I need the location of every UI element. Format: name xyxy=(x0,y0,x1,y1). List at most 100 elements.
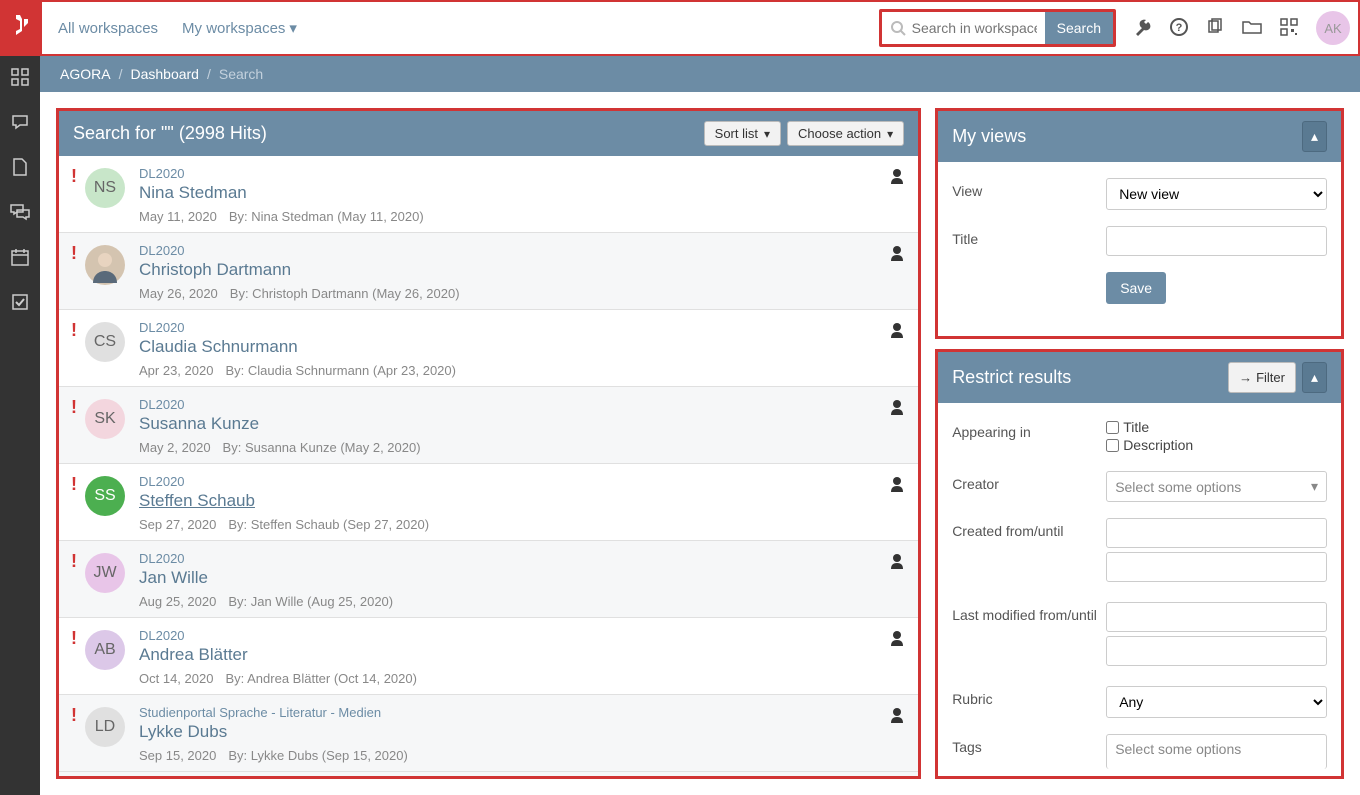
person-icon xyxy=(890,245,904,264)
breadcrumb-section[interactable]: Dashboard xyxy=(130,66,199,82)
filter-button[interactable]: → Filter xyxy=(1228,362,1296,393)
result-item[interactable]: !ABDL2020Andrea BlätterOct 14, 2020By: A… xyxy=(59,618,918,695)
copy-icon[interactable] xyxy=(1206,18,1224,39)
alert-icon: ! xyxy=(71,243,85,301)
result-date: May 11, 2020 xyxy=(139,209,217,224)
result-item[interactable]: !CSDL2020Claudia SchnurmannApr 23, 2020B… xyxy=(59,310,918,387)
result-name[interactable]: Steffen Schaub xyxy=(139,491,906,511)
result-meta: Sep 15, 2020By: Lykke Dubs (Sep 15, 2020… xyxy=(139,748,906,763)
results-title: Search for "" (2998 Hits) xyxy=(73,123,267,144)
created-from-input[interactable] xyxy=(1106,518,1327,548)
avatar: LD xyxy=(85,705,133,763)
result-by: By: Lykke Dubs (Sep 15, 2020) xyxy=(228,748,407,763)
app-logo[interactable] xyxy=(2,0,42,56)
document-icon[interactable] xyxy=(12,158,28,179)
comments-icon[interactable] xyxy=(10,203,30,224)
nav-my-workspaces[interactable]: My workspaces ▾ xyxy=(182,19,297,37)
sort-list-button[interactable]: Sort list xyxy=(704,121,781,146)
result-by: By: Nina Stedman (May 11, 2020) xyxy=(229,209,424,224)
save-row: Save xyxy=(952,272,1327,304)
result-item[interactable]: !NS DL2020 Nina Stedman May 11, 2020 By: Nin… xyxy=(59,156,918,233)
result-name[interactable]: Jan Wille xyxy=(139,568,906,588)
title-checkbox[interactable] xyxy=(1106,421,1119,434)
view-select[interactable]: New view xyxy=(1106,178,1327,210)
results-panel: Search for "" (2998 Hits) Sort list Choo… xyxy=(56,108,921,779)
person-icon xyxy=(890,630,904,649)
my-views-panel: My views ▴ View New view Title Save xyxy=(935,108,1344,339)
result-tag[interactable]: Studienportal Sprache - Literatur - Medi… xyxy=(139,705,906,720)
qr-icon[interactable] xyxy=(1280,18,1298,39)
rubric-select[interactable]: Any xyxy=(1106,686,1327,718)
result-meta: Apr 23, 2020By: Claudia Schnurmann (Apr … xyxy=(139,363,906,378)
result-tag[interactable]: DL2020 xyxy=(139,243,906,258)
avatar: NS xyxy=(85,166,133,224)
result-tag[interactable]: DL2020 xyxy=(139,397,906,412)
alert-icon: ! xyxy=(71,166,85,224)
choose-action-button[interactable]: Choose action xyxy=(787,121,904,146)
result-name[interactable]: Nina Stedman xyxy=(139,183,906,203)
collapse-button[interactable]: ▴ xyxy=(1302,362,1327,393)
result-tag[interactable]: DL2020 xyxy=(139,320,906,335)
modified-from-input[interactable] xyxy=(1106,602,1327,632)
view-label: View xyxy=(952,178,1106,199)
tags-select[interactable]: Select some options xyxy=(1106,734,1327,769)
save-button[interactable]: Save xyxy=(1106,272,1166,304)
result-tag[interactable]: DL2020 xyxy=(139,551,906,566)
appearing-label: Appearing in xyxy=(952,419,1106,440)
result-by: By: Jan Wille (Aug 25, 2020) xyxy=(228,594,393,609)
creator-select[interactable]: Select some options ▾ xyxy=(1106,471,1327,502)
left-sidebar xyxy=(0,56,40,795)
appearing-row: Appearing in Title Description xyxy=(952,419,1327,455)
result-date: May 2, 2020 xyxy=(139,440,211,455)
result-name[interactable]: Lykke Dubs xyxy=(139,722,906,742)
help-icon[interactable]: ? xyxy=(1170,18,1188,39)
calendar-icon[interactable] xyxy=(11,248,29,269)
alert-icon: ! xyxy=(71,474,85,532)
folder-icon[interactable] xyxy=(1242,18,1262,39)
search-icon xyxy=(890,20,906,36)
rubric-row: Rubric Any xyxy=(952,686,1327,718)
result-name[interactable]: Susanna Kunze xyxy=(139,414,906,434)
title-label: Title xyxy=(952,226,1106,247)
checkbox-icon[interactable] xyxy=(11,293,29,314)
result-info: DL2020Christoph DartmannMay 26, 2020By: … xyxy=(133,243,906,301)
result-date: Aug 25, 2020 xyxy=(139,594,216,609)
result-tag[interactable]: DL2020 xyxy=(139,166,906,181)
modified-row: Last modified from/until xyxy=(952,602,1327,670)
result-name[interactable]: Christoph Dartmann xyxy=(139,260,906,280)
created-until-input[interactable] xyxy=(1106,552,1327,582)
result-info: Studienportal Sprache - Literatur - Medi… xyxy=(133,705,906,763)
nav-all-workspaces[interactable]: All workspaces xyxy=(58,20,158,37)
created-label: Created from/until xyxy=(952,518,1106,539)
top-right: Search ? AK xyxy=(879,9,1350,47)
result-item[interactable]: !DL2020Christoph DartmannMay 26, 2020By:… xyxy=(59,233,918,310)
chat-icon[interactable] xyxy=(11,113,29,134)
result-name[interactable]: Claudia Schnurmann xyxy=(139,337,906,357)
result-item[interactable]: !LDStudienportal Sprache - Literatur - M… xyxy=(59,695,918,772)
result-item[interactable]: !SKDL2020Susanna KunzeMay 2, 2020By: Sus… xyxy=(59,387,918,464)
dashboard-icon[interactable] xyxy=(11,68,29,89)
title-input[interactable] xyxy=(1106,226,1327,256)
results-header-buttons: Sort list Choose action xyxy=(704,121,905,146)
tags-label: Tags xyxy=(952,734,1106,755)
description-checkbox[interactable] xyxy=(1106,439,1119,452)
right-column: My views ▴ View New view Title Save xyxy=(935,108,1344,779)
wrench-icon[interactable] xyxy=(1134,18,1152,39)
user-avatar[interactable]: AK xyxy=(1316,11,1350,45)
my-views-header: My views ▴ xyxy=(938,111,1341,162)
breadcrumb-root[interactable]: AGORA xyxy=(60,66,111,82)
result-tag[interactable]: DL2020 xyxy=(139,628,906,643)
result-item[interactable]: !SSDL2020Steffen SchaubSep 27, 2020By: S… xyxy=(59,464,918,541)
collapse-button[interactable]: ▴ xyxy=(1302,121,1327,152)
result-name[interactable]: Andrea Blätter xyxy=(139,645,906,665)
result-meta: Aug 25, 2020 By: Jan Wille (Aug 25, 2020) xyxy=(139,594,906,609)
my-views-body: View New view Title Save xyxy=(938,162,1341,336)
result-tag[interactable]: DL2020 xyxy=(139,474,906,489)
modified-until-input[interactable] xyxy=(1106,636,1327,666)
search-input[interactable] xyxy=(912,20,1037,36)
result-item[interactable]: !JWDL2020Jan WilleAug 25, 2020By: Jan Wi… xyxy=(59,541,918,618)
search-button[interactable]: Search xyxy=(1045,12,1113,44)
breadcrumb-sep: / xyxy=(207,66,211,82)
tags-row: Tags Select some options xyxy=(952,734,1327,769)
result-date: Oct 14, 2020 xyxy=(139,671,213,686)
